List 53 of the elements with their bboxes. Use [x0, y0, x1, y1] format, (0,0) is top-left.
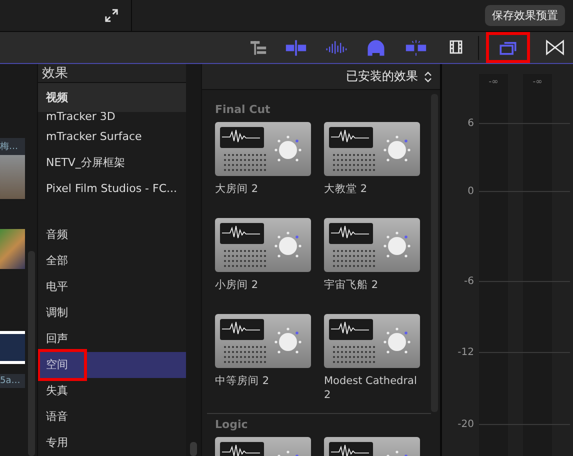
section-header: 视频 [38, 83, 186, 112]
scale-label: -12 [456, 346, 475, 358]
group-title: Final Cut [215, 102, 272, 116]
save-preset-button[interactable]: 保存效果预置 [485, 5, 565, 26]
category-item[interactable]: 全部 [38, 248, 186, 274]
photo-placeholder [0, 229, 25, 269]
category-item[interactable]: 专用 [38, 430, 186, 456]
category-item[interactable]: NETV_分屏框架 [38, 150, 186, 176]
effect-name: 大房间 2 [215, 182, 260, 196]
scale-label: -20 [456, 418, 475, 430]
scale-label: 0 [466, 186, 475, 196]
waveform-icon[interactable] [325, 39, 347, 56]
up-down-chevron-icon[interactable] [424, 70, 432, 82]
solo-icon[interactable] [405, 39, 427, 56]
audio-unit-drawing[interactable] [215, 218, 311, 272]
effect-name: 宇宙飞船 2 [324, 278, 380, 292]
category-item[interactable]: 语音 [38, 404, 186, 430]
scale-label: 6 [466, 118, 475, 128]
effect-name: Modest Cathedral 2 [324, 374, 418, 402]
category-item[interactable]: mTracker 3D [38, 112, 186, 124]
audio-unit-drawing[interactable] [324, 314, 420, 368]
audio-unit-drawing[interactable] [215, 122, 311, 176]
bowtie-icon[interactable] [544, 39, 566, 56]
audio-unit-drawing[interactable] [324, 218, 420, 272]
headphones-icon[interactable] [365, 39, 387, 56]
clip-title: 梅… [0, 138, 25, 155]
effect-name: 大教堂 2 [324, 182, 368, 196]
split-clip-icon[interactable] [285, 39, 307, 56]
peak-reading: -∞ [523, 74, 552, 91]
stacked-windows-icon[interactable] [497, 39, 519, 56]
audio-unit-drawing[interactable] [324, 122, 420, 176]
clip-title: 5a… [0, 374, 25, 388]
photo-placeholder [0, 155, 25, 199]
scale-label: -6 [463, 276, 475, 286]
scrollbar[interactable] [190, 442, 197, 456]
effect-name: 中等房间 2 [215, 374, 270, 388]
category-item[interactable]: 失真 [38, 378, 186, 404]
category-item[interactable]: 音频 [38, 222, 186, 248]
category-item[interactable]: 调制 [38, 300, 186, 326]
panel-title: 效果 [38, 64, 186, 83]
audio-clip [0, 331, 25, 364]
filter-popup[interactable]: 已安装的效果 [346, 68, 418, 85]
category-item[interactable]: 空间 [38, 352, 186, 378]
peak-reading: -∞ [479, 74, 508, 91]
category-item[interactable]: 回声 [38, 326, 186, 352]
expand-icon[interactable] [105, 9, 118, 22]
effect-name: 小房间 2 [215, 278, 260, 292]
category-item[interactable]: 电平 [38, 274, 186, 300]
category-item[interactable]: Pixel Film Studios - FC... [38, 176, 186, 202]
category-item[interactable]: mTracker Surface [38, 124, 186, 150]
group-title: Logic [215, 417, 249, 431]
scrollbar[interactable] [431, 94, 438, 412]
audio-unit-drawing[interactable] [215, 314, 311, 368]
